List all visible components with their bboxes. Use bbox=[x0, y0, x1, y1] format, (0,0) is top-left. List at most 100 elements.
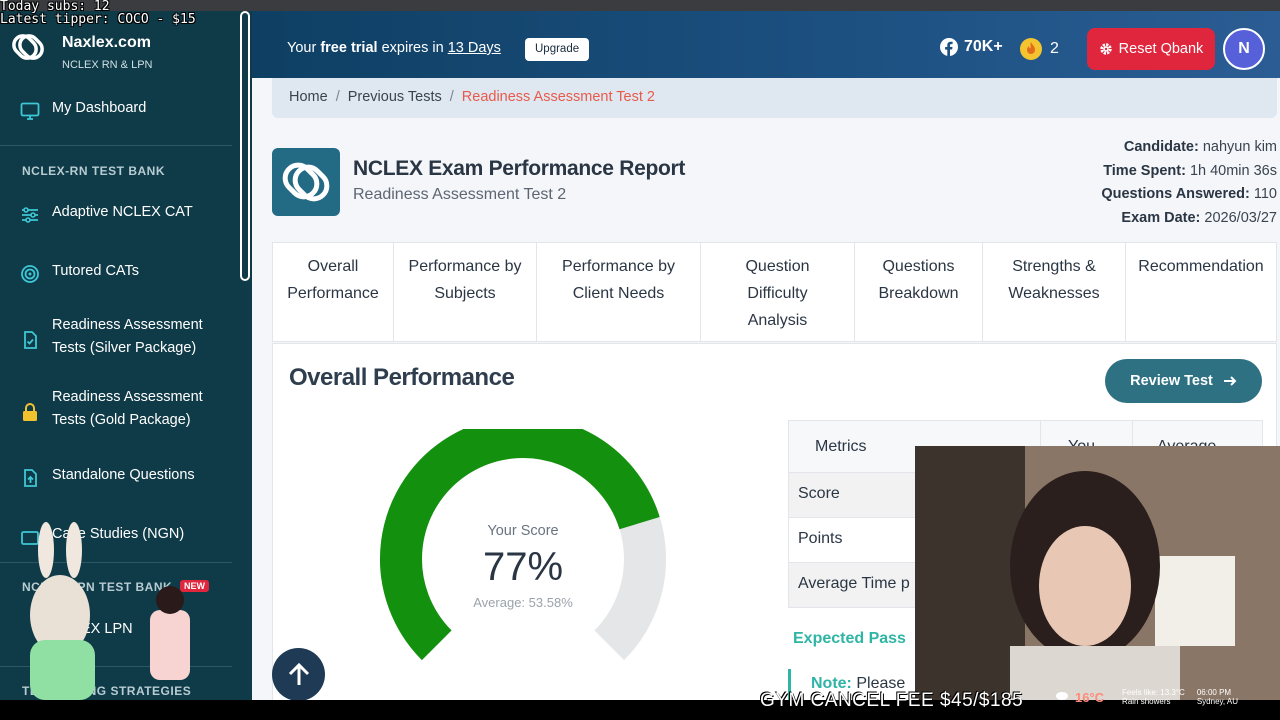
stream-stickers bbox=[0, 520, 240, 705]
sidebar-item-label: Readiness Assessment Tests (Gold Package… bbox=[52, 389, 203, 428]
sidebar-item-readiness-silver[interactable]: Readiness Assessment Tests (Silver Packa… bbox=[0, 314, 240, 360]
trial-text: expires in bbox=[377, 40, 448, 56]
cloud-rain-icon bbox=[1056, 692, 1068, 700]
sliders-icon bbox=[22, 207, 38, 223]
divider bbox=[0, 145, 232, 146]
trial-bold: free trial bbox=[320, 40, 378, 56]
tab-label: Analysis bbox=[747, 312, 808, 329]
facebook-link[interactable]: 70K+ bbox=[940, 38, 1003, 56]
review-test-button[interactable]: Review Test bbox=[1105, 359, 1262, 403]
webcam-image bbox=[915, 446, 1280, 700]
sidebar-item-label: Standalone Questions bbox=[52, 467, 195, 483]
brand-logo-icon bbox=[12, 34, 44, 60]
score-value: 77% bbox=[482, 545, 564, 589]
weather-place: Sydney, AU bbox=[1196, 697, 1239, 706]
monitor-icon bbox=[20, 102, 40, 120]
arrow-right-icon bbox=[1223, 376, 1237, 386]
tab-overall-performance[interactable]: Overall Performance bbox=[273, 243, 394, 341]
tab-recommendation[interactable]: Recommendation bbox=[1126, 243, 1276, 341]
breadcrumb-separator: / bbox=[335, 89, 340, 105]
breadcrumb-previous[interactable]: Previous Tests bbox=[348, 89, 442, 105]
sidebar-item-label: Tutored CATs bbox=[52, 263, 140, 279]
user-avatar[interactable]: N bbox=[1223, 28, 1265, 70]
trial-notice: Your free trial expires in 13 Days bbox=[287, 40, 501, 56]
facebook-count: 70K+ bbox=[964, 38, 1003, 55]
sidebar-item-label: My Dashboard bbox=[52, 100, 147, 116]
time-value: 1h 40min 36s bbox=[1189, 162, 1277, 179]
weather-feels: Feels like: 13.3°C bbox=[1122, 688, 1185, 697]
sidebar-item-adaptive-cat[interactable]: Adaptive NCLEX CAT bbox=[0, 201, 240, 224]
sidebar-item-label: Readiness Assessment Tests (Silver Packa… bbox=[52, 317, 203, 356]
section-nclex-rn: NCLEX-RN TEST BANK bbox=[22, 164, 165, 178]
date-label: Exam Date: bbox=[1121, 209, 1201, 226]
tab-label: Weaknesses bbox=[1008, 285, 1100, 302]
sidebar-item-label: Adaptive NCLEX CAT bbox=[52, 204, 193, 220]
tab-performance-subjects[interactable]: Performance by Subjects bbox=[394, 243, 537, 341]
gauge-fill bbox=[380, 416, 660, 661]
tab-label: Strengths & bbox=[1012, 258, 1096, 275]
breadcrumb: Home / Previous Tests / Readiness Assessment… bbox=[272, 78, 1277, 118]
arrow-up-icon bbox=[288, 662, 309, 685]
review-label: Review Test bbox=[1130, 373, 1213, 389]
tab-label: Performance by bbox=[408, 258, 522, 275]
row-label: Average Time p bbox=[798, 575, 910, 592]
tab-label: Question bbox=[745, 258, 810, 275]
tab-label: Breakdown bbox=[878, 285, 959, 302]
sticker-image bbox=[30, 522, 190, 700]
candidate-value: nahyun kim bbox=[1202, 139, 1277, 155]
lock-icon bbox=[23, 403, 37, 421]
reset-qbank-button[interactable]: Reset Qbank bbox=[1087, 28, 1215, 70]
trial-text: Your bbox=[287, 40, 321, 56]
sidebar-item-dashboard[interactable]: My Dashboard bbox=[0, 97, 240, 120]
row-label: Score bbox=[798, 485, 840, 502]
gear-icon bbox=[1099, 43, 1112, 55]
breadcrumb-separator: / bbox=[449, 89, 454, 105]
stream-ticker: GYM CANCEL FEE $45/$185 bbox=[760, 690, 1024, 711]
reset-label: Reset Qbank bbox=[1118, 41, 1204, 57]
tab-label: Performance by bbox=[562, 258, 675, 275]
sidebar-item-readiness-gold[interactable]: Readiness Assessment Tests (Gold Package… bbox=[0, 386, 240, 432]
upgrade-button[interactable]: Upgrade bbox=[525, 38, 590, 61]
date-value: 2026/03/27 bbox=[1204, 209, 1277, 226]
webcam-feed bbox=[915, 446, 1280, 700]
report-title: NCLEX Exam Performance Report bbox=[353, 157, 686, 180]
weather-time: 06:00 PM bbox=[1196, 688, 1232, 697]
tab-questions-breakdown[interactable]: Questions Breakdown bbox=[855, 243, 983, 341]
stream-stats: Today subs: 12 Latest tipper: COCO - $15 bbox=[0, 0, 196, 26]
tab-performance-client-needs[interactable]: Performance by Client Needs bbox=[537, 243, 701, 341]
tab-label: Subjects bbox=[434, 285, 496, 302]
candidate-label: Candidate: bbox=[1123, 139, 1199, 155]
screen: Naxlex.com NCLEX RN & LPN My Dashboard N… bbox=[0, 0, 1280, 720]
breadcrumb-home[interactable]: Home bbox=[289, 89, 328, 105]
tab-label: Questions bbox=[882, 258, 955, 275]
sidebar-item-tutored-cats[interactable]: Tutored CATs bbox=[0, 260, 240, 283]
brand-subtitle: NCLEX RN & LPN bbox=[62, 59, 153, 71]
facebook-icon bbox=[940, 38, 958, 56]
tab-label: Recommendation bbox=[1138, 258, 1264, 275]
streak-count: 2 bbox=[1050, 40, 1059, 57]
latest-tipper: Latest tipper: COCO - $15 bbox=[0, 12, 196, 27]
report-meta: Candidate: nahyun kim Time Spent: 1h 40m… bbox=[1101, 136, 1277, 230]
breadcrumb-current: Readiness Assessment Test 2 bbox=[461, 89, 655, 105]
panel-title: Overall Performance bbox=[289, 364, 515, 391]
fire-icon bbox=[1020, 38, 1042, 60]
sidebar-item-standalone[interactable]: Standalone Questions bbox=[0, 464, 240, 487]
weather-desc: Rain showers bbox=[1122, 697, 1171, 706]
scroll-top-button[interactable] bbox=[272, 648, 325, 701]
tab-strengths-weaknesses[interactable]: Strengths & Weaknesses bbox=[983, 243, 1126, 341]
brand[interactable]: Naxlex.com NCLEX RN & LPN bbox=[6, 21, 246, 71]
score-gauge: Your Score 77% Average: 53.58% bbox=[373, 416, 673, 689]
streak-counter[interactable]: 2 bbox=[1020, 38, 1059, 60]
weather-widget: 16°C Feels like: 13.3°C Rain showers 06:0… bbox=[1055, 688, 1238, 706]
brand-title: Naxlex.com bbox=[62, 34, 151, 51]
tab-label: Performance bbox=[287, 285, 379, 302]
weather-temp: 16°C bbox=[1075, 689, 1105, 705]
report-subtitle: Readiness Assessment Test 2 bbox=[353, 186, 567, 203]
answered-label: Questions Answered: bbox=[1101, 186, 1250, 202]
sidebar-scrollbar[interactable] bbox=[240, 11, 250, 281]
trial-days-link[interactable]: 13 Days bbox=[448, 40, 501, 56]
row-label: Points bbox=[798, 530, 843, 547]
tab-question-difficulty[interactable]: Question Difficulty Analysis bbox=[701, 243, 855, 341]
tab-label: Difficulty bbox=[747, 285, 808, 302]
target-icon bbox=[21, 265, 39, 283]
